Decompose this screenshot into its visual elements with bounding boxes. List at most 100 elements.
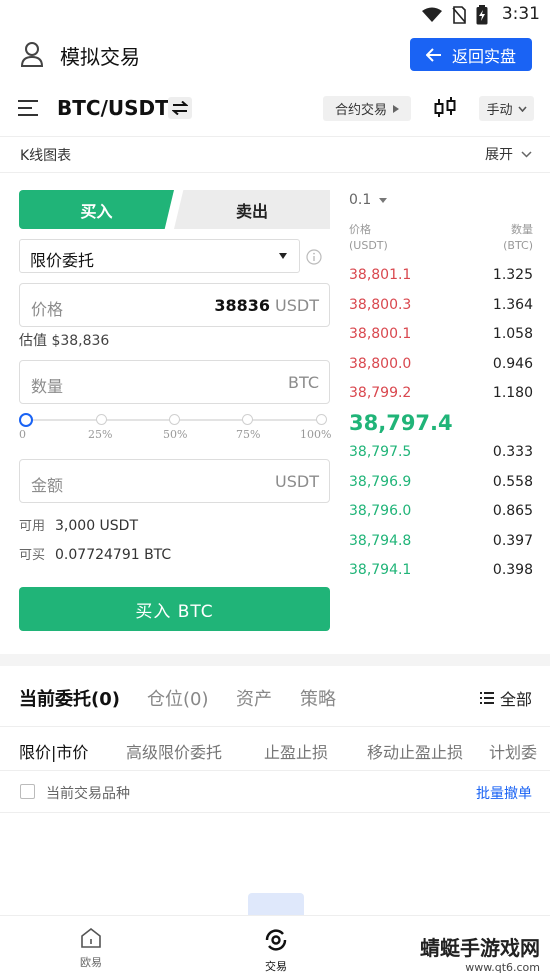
slider-label-50: 50%: [163, 428, 188, 441]
qty-column-header: 数量 (BTC): [503, 222, 533, 254]
tab-positions[interactable]: 仓位(0): [147, 685, 209, 711]
amount-input[interactable]: 数量 BTC: [19, 360, 330, 404]
depth-value: 0.1: [349, 192, 372, 208]
ask-row[interactable]: 38,800.0 0.946: [349, 356, 533, 376]
qty-header-unit: (BTC): [503, 239, 533, 252]
divider: [0, 812, 550, 813]
last-price[interactable]: 38,797.4: [349, 411, 453, 435]
candlestick-icon[interactable]: [433, 96, 457, 120]
bid-row[interactable]: 38,794.8 0.397: [349, 533, 533, 553]
all-filter-button[interactable]: 全部: [479, 686, 532, 710]
expand-label: 展开: [485, 147, 513, 163]
bid-price: 38,797.5: [349, 444, 412, 460]
tab-advanced-limit[interactable]: 高级限价委托: [126, 739, 222, 763]
available-balance: 可用 3,000 USDT: [19, 515, 138, 534]
divider: [0, 770, 550, 771]
slider-handle[interactable]: [19, 413, 33, 427]
bid-qty: 0.558: [492, 474, 533, 490]
nav-okx-label: 欧易: [80, 956, 102, 969]
watermark: 蜻蜓手游戏网 www.qt6.com: [420, 938, 540, 978]
batch-cancel-button[interactable]: 批量撤单: [476, 783, 532, 803]
tab-strategy[interactable]: 策略: [300, 685, 336, 711]
price-column-header: 价格 (USDT): [349, 222, 388, 254]
user-icon[interactable]: [20, 41, 44, 67]
amount-unit: BTC: [288, 373, 319, 392]
order-type-select[interactable]: 限价委托: [19, 239, 300, 273]
tab-trigger-order[interactable]: 计划委: [489, 739, 537, 763]
ask-row[interactable]: 38,801.1 1.325: [349, 267, 533, 287]
slider-stop[interactable]: [316, 414, 327, 425]
ask-qty: 1.180: [492, 385, 533, 401]
bid-row[interactable]: 38,796.0 0.865: [349, 503, 533, 523]
status-icons: [422, 5, 488, 25]
price-input[interactable]: 价格 38836 USDT: [19, 283, 330, 327]
bid-row[interactable]: 38,796.9 0.558: [349, 474, 533, 494]
tab-take-profit-stop-loss[interactable]: 止盈止损: [264, 739, 328, 763]
ask-row[interactable]: 38,800.3 1.364: [349, 297, 533, 317]
qty-header: 数量: [511, 223, 533, 236]
battery-icon: [476, 5, 488, 25]
bid-row[interactable]: 38,797.5 0.333: [349, 444, 533, 464]
menu-icon[interactable]: [18, 99, 40, 117]
can-buy-label: 可买: [19, 548, 46, 563]
slider-stop[interactable]: [242, 414, 253, 425]
filter-row: 当前交易品种 批量撤单: [0, 780, 550, 806]
contract-trading-button[interactable]: 合约交易: [323, 96, 411, 121]
slider-stop[interactable]: [169, 414, 180, 425]
buy-tab[interactable]: 买入: [19, 190, 174, 229]
tab-assets[interactable]: 资产: [236, 685, 272, 711]
swap-pair-button[interactable]: [168, 97, 192, 119]
all-label: 全部: [499, 690, 532, 709]
ask-price: 38,799.2: [349, 385, 412, 401]
nav-trade[interactable]: 交易: [246, 928, 306, 974]
slider-stop[interactable]: [96, 414, 107, 425]
sell-tab[interactable]: 卖出: [174, 190, 330, 229]
kline-label: K线图表: [20, 148, 72, 164]
bid-price: 38,794.8: [349, 533, 412, 549]
trading-pair[interactable]: BTC/USDT: [57, 96, 169, 120]
slider-label-0: 0: [19, 428, 26, 441]
bid-qty: 0.865: [492, 503, 533, 519]
order-type-tabs: 限价|市价 高级限价委托 止盈止损 移动止盈止损 计划委: [0, 735, 550, 765]
ask-price: 38,800.0: [349, 356, 412, 372]
price-unit: USDT: [275, 296, 319, 315]
back-to-live-button[interactable]: 返回实盘: [410, 38, 532, 71]
ask-qty: 1.058: [492, 326, 533, 342]
depth-selector[interactable]: 0.1: [349, 192, 388, 208]
bid-qty: 0.397: [492, 533, 533, 549]
amount-placeholder: 数量: [31, 377, 64, 396]
mode-selector[interactable]: 手动: [479, 96, 534, 121]
tab-limit-market[interactable]: 限价|市价: [19, 739, 88, 763]
price-value: 38836: [214, 296, 270, 315]
home-icon: [81, 927, 101, 948]
amount-slider[interactable]: 0 25% 50% 75% 100%: [19, 413, 331, 443]
swap-icon: [172, 101, 188, 115]
tab-open-orders[interactable]: 当前委托(0): [19, 685, 120, 711]
mode-label: 手动: [486, 103, 513, 118]
clock: 3:31: [501, 4, 540, 24]
buy-sell-tabs: 买入 卖出: [19, 190, 330, 229]
ask-qty: 0.946: [492, 356, 533, 372]
chevron-down-icon: [517, 105, 527, 112]
ask-price: 38,801.1: [349, 267, 412, 283]
empty-state-illustration: [248, 893, 304, 917]
price-estimate: 估值 $38,836: [19, 333, 110, 349]
nav-okx[interactable]: 欧易: [61, 927, 121, 970]
max-buy: 可买 0.07724791 BTC: [19, 544, 171, 563]
ask-row[interactable]: 38,800.1 1.058: [349, 326, 533, 346]
section-separator: [0, 654, 550, 666]
expand-toggle[interactable]: 展开: [485, 144, 532, 164]
total-input[interactable]: 金额 USDT: [19, 459, 330, 503]
tab-trailing-stop[interactable]: 移动止盈止损: [367, 739, 463, 763]
kline-row[interactable]: K线图表 展开: [0, 138, 550, 170]
current-pair-checkbox[interactable]: [20, 784, 35, 799]
wifi-icon: [422, 7, 442, 22]
ask-row[interactable]: 38,799.2 1.180: [349, 385, 533, 405]
buy-btc-button[interactable]: 买入 BTC: [19, 587, 330, 631]
arrow-left-icon: [425, 47, 441, 62]
back-to-live-label: 返回实盘: [451, 46, 516, 66]
top-bar: 模拟交易 返回实盘: [0, 32, 550, 78]
page-title: 模拟交易: [60, 45, 140, 69]
info-icon[interactable]: [306, 249, 322, 265]
bid-row[interactable]: 38,794.1 0.398: [349, 562, 533, 582]
